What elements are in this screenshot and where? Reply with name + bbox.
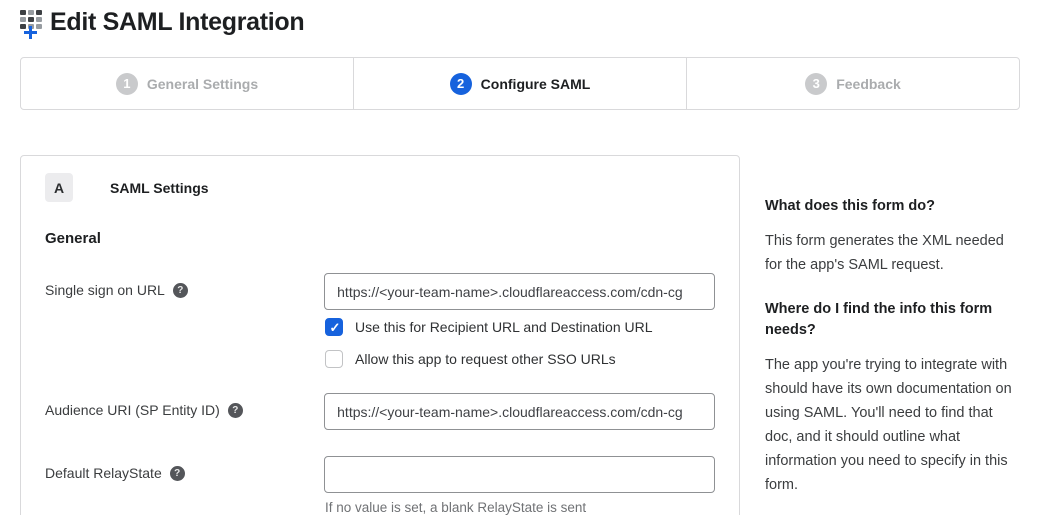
wizard-step-bar: 1 General Settings 2 Configure SAML 3 Fe… [20, 57, 1020, 110]
audience-uri-input[interactable] [324, 393, 715, 430]
other-sso-checkbox-row: Allow this app to request other SSO URLs [325, 350, 715, 368]
section-title: SAML Settings [110, 180, 209, 196]
recipient-url-checkbox-label: Use this for Recipient URL and Destinati… [355, 319, 653, 335]
sso-url-label: Single sign on URL [45, 282, 165, 298]
step-feedback[interactable]: 3 Feedback [686, 58, 1019, 109]
step-label: General Settings [147, 76, 258, 92]
page: Edit SAML Integration 1 General Settings… [0, 0, 1063, 515]
page-title: Edit SAML Integration [50, 8, 304, 37]
step-number-badge: 1 [116, 73, 138, 95]
other-sso-checkbox[interactable] [325, 350, 343, 368]
sso-url-input[interactable] [324, 273, 715, 310]
help-sidebar: What does this form do? This form genera… [765, 196, 1017, 515]
app-grid-plus-icon [20, 10, 46, 36]
field-label-col: Single sign on URL [45, 273, 324, 298]
relay-state-hint: If no value is set, a blank RelayState i… [325, 500, 715, 515]
sidebar-heading: Where do I find the info this form needs… [765, 299, 1017, 341]
field-label-col: Default RelayState [45, 456, 324, 481]
recipient-url-checkbox-row: Use this for Recipient URL and Destinati… [325, 318, 715, 336]
section-header: A SAML Settings [45, 173, 715, 202]
help-icon[interactable] [170, 466, 185, 481]
step-label: Configure SAML [481, 76, 591, 92]
other-sso-checkbox-label: Allow this app to request other SSO URLs [355, 351, 616, 367]
field-label-col: Audience URI (SP Entity ID) [45, 393, 324, 418]
field-row-relay-state: Default RelayState [45, 456, 715, 493]
step-label: Feedback [836, 76, 901, 92]
field-row-audience-uri: Audience URI (SP Entity ID) [45, 393, 715, 430]
step-general-settings[interactable]: 1 General Settings [21, 58, 353, 109]
help-icon[interactable] [228, 403, 243, 418]
sidebar-heading: What does this form do? [765, 196, 1017, 217]
step-number-badge: 2 [450, 73, 472, 95]
step-number-badge: 3 [805, 73, 827, 95]
field-row-sso-url: Single sign on URL [45, 273, 715, 310]
sidebar-paragraph: This form generates the XML needed for t… [765, 229, 1017, 277]
group-heading-general: General [45, 230, 715, 247]
audience-uri-label: Audience URI (SP Entity ID) [45, 402, 220, 418]
step-configure-saml[interactable]: 2 Configure SAML [353, 58, 686, 109]
relay-state-label: Default RelayState [45, 465, 162, 481]
section-badge: A [45, 173, 73, 202]
help-icon[interactable] [173, 283, 188, 298]
relay-state-input[interactable] [324, 456, 715, 493]
sidebar-paragraph: The app you're trying to integrate with … [765, 353, 1017, 497]
page-header: Edit SAML Integration [0, 0, 1063, 37]
recipient-url-checkbox[interactable] [325, 318, 343, 336]
saml-settings-panel: A SAML Settings General Single sign on U… [20, 155, 740, 515]
